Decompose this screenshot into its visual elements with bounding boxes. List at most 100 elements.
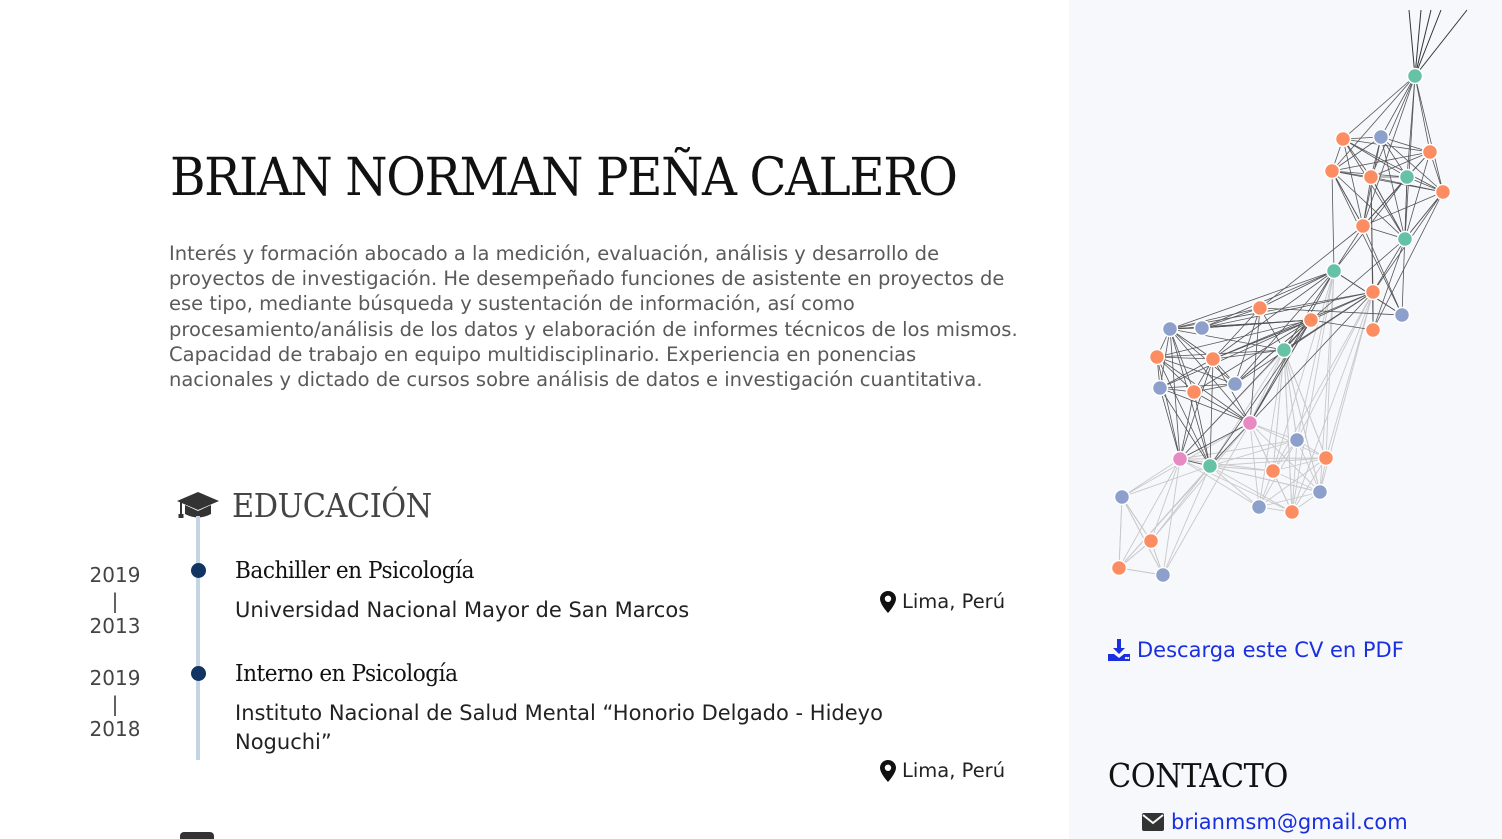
page-title: BRIAN NORMAN PEÑA CALERO [170,148,958,208]
network-edge [1404,191,1444,240]
network-node [1311,483,1329,501]
network-node [1334,130,1352,148]
map-marker-icon [880,759,896,782]
network-edge [1380,75,1416,138]
network-edge [1414,75,1444,193]
network-edge [1193,391,1211,467]
map-marker-icon [880,590,896,613]
network-node [1142,532,1160,550]
network-edge [1408,9,1416,77]
network-node [1317,449,1335,467]
email-label: brianmsm@gmail.com [1171,810,1408,834]
network-edge [1150,458,1181,542]
network-node [1161,320,1179,338]
network-node [1241,414,1259,432]
network-node [1151,379,1169,397]
network-node [1302,311,1320,329]
network-edge [1179,391,1195,460]
envelope-icon [1142,813,1164,831]
education-title: EDUCACIÓN [232,486,432,525]
contact-title: CONTACTO [1108,756,1288,795]
network-node [1364,321,1382,339]
network-edge [1118,458,1181,569]
email-link[interactable]: brianmsm@gmail.com [1142,810,1408,834]
network-node [1171,450,1189,468]
network-node [1372,128,1390,146]
network-edge [1249,422,1321,493]
network-edge [1414,9,1442,77]
network-edge [1209,358,1214,467]
year-start: 2018 [89,717,141,741]
sidebar: Descarga este CV en PDF CONTACTO brianms… [1069,0,1502,839]
entry-years: 2019 | 2018 [70,666,160,743]
network-edge [1121,458,1181,498]
network-node [1354,217,1372,235]
network-node [1204,350,1222,368]
network-node [1398,168,1416,186]
network-node [1275,341,1293,359]
year-start: 2013 [89,614,141,638]
entry-degree: Bachiller en Psicología [235,558,475,584]
year-end: 2019 [89,666,141,690]
network-node [1406,67,1424,85]
timeline-dot [191,563,206,578]
network-node [1264,462,1282,480]
location-label: Lima, Perú [902,759,1006,782]
network-edge [1414,75,1431,153]
network-node [1288,431,1306,449]
year-end: 2019 [89,563,141,587]
timeline-line [196,516,200,760]
network-node [1364,283,1382,301]
education-section-header: EDUCACIÓN [176,486,449,525]
network-node [1148,348,1166,366]
network-edge [1283,349,1321,493]
entry-institution: Universidad Nacional Mayor de San Marcos [235,598,690,622]
entry-location: Lima, Perú [880,590,1005,613]
network-node [1393,306,1411,324]
location-label: Lima, Perú [902,590,1006,613]
network-node [1113,488,1131,506]
network-edge [1380,136,1406,240]
network-edge [1249,319,1312,424]
network-node [1250,498,1268,516]
network-node [1251,299,1269,317]
network-node [1283,503,1301,521]
download-pdf-link[interactable]: Descarga este CV en PDF [1107,638,1404,662]
entry-location: Lima, Perú [880,759,1005,782]
network-node [1226,375,1244,393]
network-edge [1234,307,1261,385]
network-node [1434,183,1452,201]
network-node [1362,168,1380,186]
network-edge [1179,457,1327,460]
network-edge [1169,328,1195,393]
timeline-dot [191,666,206,681]
network-node [1154,566,1172,584]
download-icon [1108,639,1130,661]
network-edge [1162,465,1211,576]
next-section-icon [180,832,214,839]
network-edge [1259,225,1364,309]
network-node [1110,559,1128,577]
entry-years: 2019 | 2013 [70,563,160,640]
network-node [1421,143,1439,161]
network-node [1396,230,1414,248]
network-edge [1169,328,1236,385]
network-edge [1209,349,1285,467]
entry-institution: Instituto Nacional de Salud Mental “Hono… [235,701,883,754]
network-edge [1201,291,1374,329]
network-edge [1179,458,1260,508]
network-node [1201,457,1219,475]
network-node [1325,262,1343,280]
main-content: BRIAN NORMAN PEÑA CALERO Interés y forma… [0,0,1069,839]
network-edge [1193,391,1251,424]
network-graph-image [1110,9,1468,584]
network-node [1185,383,1203,401]
network-edge [1372,191,1444,331]
network-edge [1159,387,1251,424]
network-edge [1331,170,1335,272]
entry-degree: Interno en Psicología [235,661,458,687]
network-edge [1156,356,1181,460]
year-separator: | [111,588,119,613]
network-edge [1414,9,1422,77]
year-separator: | [111,691,119,716]
